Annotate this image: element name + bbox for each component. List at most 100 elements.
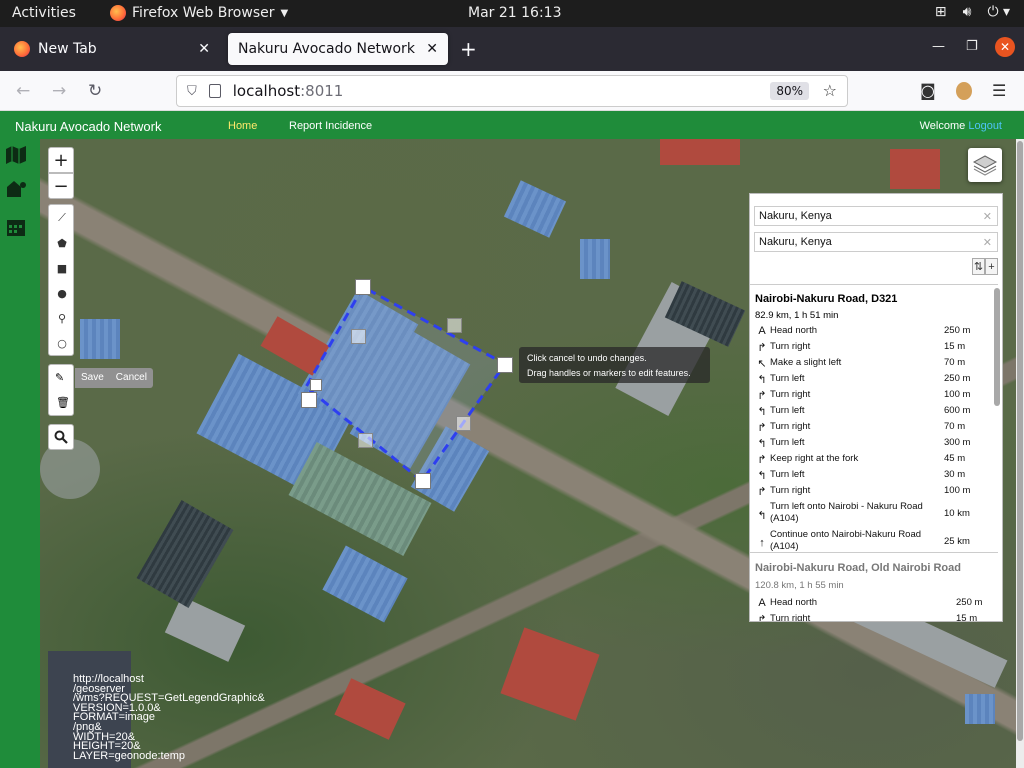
- route-step[interactable]: ↰ Turn left 250 m: [754, 373, 976, 389]
- nav-home[interactable]: Home: [228, 120, 257, 132]
- search-button[interactable]: [48, 424, 74, 450]
- route-summary: 82.9 km, 1 h 51 min: [755, 310, 839, 321]
- step-distance: 10 km: [944, 508, 970, 519]
- route-step[interactable]: ↱ Turn right 15 m: [754, 613, 977, 621]
- step-instruction: Turn right: [770, 485, 811, 496]
- direction-icon: ↰: [757, 510, 767, 522]
- draw-polygon-icon[interactable]: ⬟: [55, 236, 69, 250]
- add-waypoint-button[interactable]: +: [985, 258, 998, 275]
- vertex-handle[interactable]: [310, 379, 322, 391]
- step-instruction: Turn left: [770, 469, 805, 480]
- midpoint-handle[interactable]: [351, 329, 366, 344]
- route-step[interactable]: ↱ Turn right 15 m: [754, 341, 976, 357]
- pocket-icon[interactable]: ◙: [920, 81, 936, 100]
- tab-new-tab[interactable]: New Tab ✕: [4, 33, 220, 65]
- app-brand[interactable]: Nakuru Avocado Network: [15, 119, 161, 134]
- left-sidebar: [0, 139, 40, 768]
- midpoint-handle[interactable]: [358, 433, 373, 448]
- logout-link[interactable]: Logout: [968, 120, 1002, 132]
- farm-icon[interactable]: [5, 179, 27, 199]
- close-icon[interactable]: ✕: [198, 41, 210, 57]
- route-step[interactable]: ↰ Turn left 30 m: [754, 469, 976, 485]
- route-summary: 120.8 km, 1 h 55 min: [755, 580, 844, 591]
- power-icon: ⏻ ▾: [987, 4, 1010, 20]
- route-step[interactable]: A Head north 250 m: [754, 325, 976, 341]
- direction-icon: ↱: [757, 342, 767, 354]
- bookmark-star-icon[interactable]: ☆: [823, 81, 837, 100]
- route-step[interactable]: ↰ Turn left 600 m: [754, 405, 976, 421]
- firefox-icon: [14, 41, 30, 57]
- vertex-handle[interactable]: [301, 392, 317, 408]
- draw-polyline-icon[interactable]: ⟋: [55, 211, 69, 225]
- draw-circle-icon[interactable]: ●: [55, 286, 69, 300]
- new-tab-button[interactable]: +: [460, 37, 477, 61]
- vertex-handle[interactable]: [415, 473, 431, 489]
- calendar-icon[interactable]: [5, 217, 27, 237]
- route-alternative-1[interactable]: Nairobi-Nakuru Road, D321 82.9 km, 1 h 5…: [750, 284, 998, 552]
- route-alternative-2[interactable]: Nairobi-Nakuru Road, Old Nairobi Road 12…: [750, 552, 998, 621]
- vertex-handle[interactable]: [497, 357, 513, 373]
- draw-rectangle-icon[interactable]: ■: [55, 261, 69, 275]
- activities-button[interactable]: Activities: [12, 5, 76, 21]
- nav-report-incidence[interactable]: Report Incidence: [289, 120, 372, 132]
- map-icon[interactable]: [5, 145, 27, 165]
- draw-marker-icon[interactable]: ⚲: [55, 311, 69, 325]
- step-instruction: Keep right at the fork: [770, 453, 859, 464]
- step-distance: 300 m: [944, 437, 971, 448]
- draw-circle-marker-icon[interactable]: ○: [55, 336, 69, 350]
- url-text[interactable]: localhost:8011: [233, 82, 344, 100]
- scrollbar-thumb[interactable]: [1017, 141, 1023, 741]
- step-distance: 70 m: [944, 421, 966, 432]
- edit-layers-icon[interactable]: ✎: [55, 371, 64, 384]
- vertex-handle[interactable]: [355, 279, 371, 295]
- route-step[interactable]: ↖ Make a slight left 70 m: [754, 357, 976, 373]
- shield-icon[interactable]: ⛉: [187, 84, 197, 99]
- route-step[interactable]: ↰ Turn left onto Nairobi - Nakuru Road (A…: [754, 501, 976, 529]
- menu-icon[interactable]: ☰: [992, 81, 1006, 100]
- midpoint-handle[interactable]: [456, 416, 471, 431]
- clear-icon[interactable]: ✕: [983, 236, 992, 249]
- back-button[interactable]: ←: [16, 81, 30, 101]
- clear-icon[interactable]: ✕: [983, 210, 992, 223]
- selected-parcel-polygon: [304, 284, 508, 484]
- url-bar[interactable]: ⛉ localhost:8011 80% ☆: [176, 75, 848, 107]
- system-tray[interactable]: ⊞ 🔊︎ ⏻ ▾: [935, 4, 1010, 20]
- close-icon[interactable]: ✕: [426, 41, 438, 57]
- waypoint-from-input[interactable]: Nakuru, Kenya ✕: [754, 206, 998, 226]
- legend-image-alt-text: http://localhost /geoserver /wms?REQUEST…: [73, 673, 265, 762]
- midpoint-handle[interactable]: [447, 318, 462, 333]
- delete-layers-icon[interactable]: 🗑︎: [56, 396, 70, 409]
- step-distance: 100 m: [944, 389, 971, 400]
- zoom-in-button[interactable]: +: [48, 147, 74, 173]
- route-scrollbar[interactable]: [994, 288, 1000, 406]
- tooltip-line-1: Click cancel to undo changes.: [527, 353, 647, 363]
- network-icon: ⊞: [934, 4, 947, 20]
- extension-avatar-icon[interactable]: [956, 82, 972, 100]
- route-step[interactable]: A Head north 250 m: [754, 597, 982, 613]
- save-button[interactable]: Save: [75, 368, 110, 388]
- app-menu[interactable]: Firefox Web Browser ▼: [110, 5, 288, 21]
- page-scrollbar[interactable]: [1016, 139, 1024, 768]
- step-instruction: Turn right: [770, 389, 811, 400]
- maximize-icon[interactable]: ❐: [966, 39, 978, 54]
- zoom-out-button[interactable]: −: [48, 173, 74, 199]
- route-step[interactable]: ↰ Turn left 300 m: [754, 437, 976, 453]
- firefox-icon: [110, 5, 126, 21]
- route-step[interactable]: ↱ Keep right at the fork 45 m: [754, 453, 976, 469]
- routing-panel: Nakuru, Kenya ✕ Nakuru, Kenya ✕ ⇅ + Nairob…: [749, 193, 1003, 622]
- waypoint-to-input[interactable]: Nakuru, Kenya ✕: [754, 232, 998, 252]
- route-step[interactable]: ↱ Turn right 70 m: [754, 421, 976, 437]
- window-close-button[interactable]: ✕: [995, 37, 1015, 57]
- cancel-button[interactable]: Cancel: [110, 368, 153, 388]
- reverse-waypoints-button[interactable]: ⇅: [972, 258, 985, 275]
- route-step[interactable]: ↱ Turn right 100 m: [754, 389, 976, 405]
- tab-nakuru-avocado-network[interactable]: Nakuru Avocado Network ✕: [228, 33, 448, 65]
- clock[interactable]: Mar 21 16:13: [468, 5, 561, 21]
- zoom-indicator[interactable]: 80%: [770, 82, 809, 100]
- layers-control-button[interactable]: [968, 148, 1002, 182]
- direction-icon: ↱: [757, 486, 767, 498]
- forward-button[interactable]: →: [52, 81, 66, 101]
- reload-button[interactable]: ↻: [88, 81, 102, 101]
- minimize-icon[interactable]: —: [932, 39, 945, 54]
- route-step[interactable]: ↱ Turn right 100 m: [754, 485, 976, 501]
